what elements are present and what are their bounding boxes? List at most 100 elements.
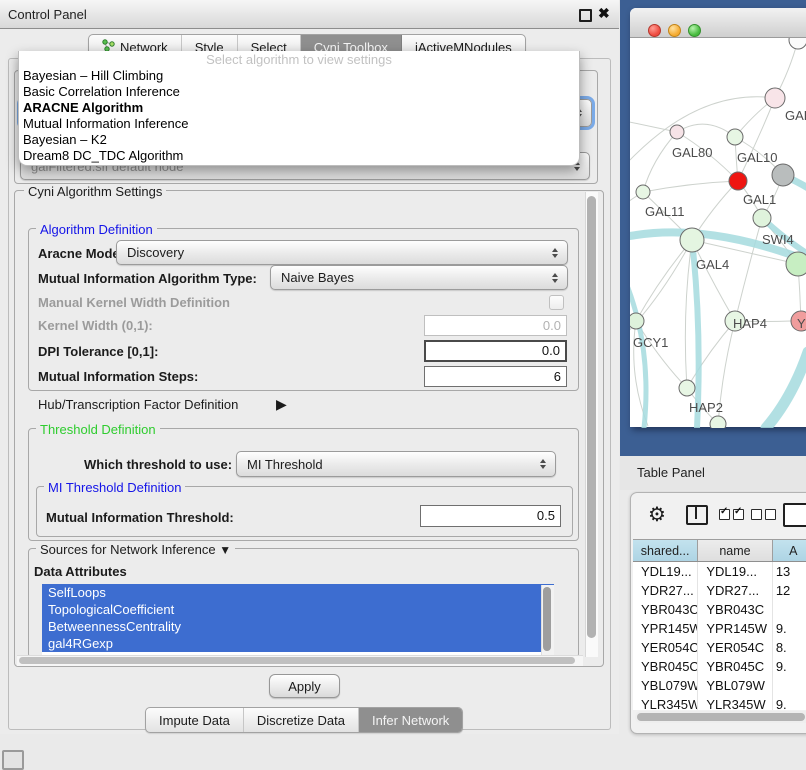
node-label: SWI4 [762, 232, 794, 247]
data-attributes-label: Data Attributes [34, 564, 127, 579]
table-cell: YDR27... [698, 581, 772, 600]
table-panel-title: Table Panel [637, 465, 705, 480]
network-canvas[interactable]: GAL80GAL10GAL11GAL1SWI4GAL4GCY1HAP4HAP2Y… [630, 38, 806, 428]
table-cell: YDR27... [633, 581, 698, 600]
table-cell [773, 676, 806, 695]
combo-arrows-icon [540, 459, 546, 469]
window-minimize-button[interactable] [668, 24, 681, 37]
table-row[interactable]: YBL079WYBL079W [633, 676, 806, 695]
tab-infer-network[interactable]: Infer Network [359, 708, 462, 732]
mi-steps-field[interactable]: 6 [424, 366, 567, 387]
minimized-panel-icon[interactable] [2, 750, 24, 770]
cyni-settings-title: Cyni Algorithm Settings [24, 184, 166, 199]
network-node[interactable] [636, 185, 650, 199]
table-cell: YPR145W [698, 619, 772, 638]
attribute-item[interactable]: SelfLoops [42, 584, 554, 601]
network-node[interactable] [710, 416, 726, 428]
table-cell: YPR145W [633, 619, 698, 638]
table-body: YDL19...YDL19...13YDR27...YDR27...12YBR0… [633, 562, 806, 710]
table-cell: 12 [773, 581, 806, 600]
apply-button-label: Apply [288, 679, 321, 694]
table-hscrollbar-thumb[interactable] [637, 713, 805, 721]
dropdown-item[interactable]: Bayesian – K2 [19, 132, 579, 148]
apply-button[interactable]: Apply [269, 674, 340, 698]
network-edge [685, 240, 692, 388]
network-node[interactable] [765, 88, 785, 108]
table-row[interactable]: YBR045CYBR045C9. [633, 657, 806, 676]
collapse-icon[interactable]: ▼ [219, 543, 231, 557]
window-close-button[interactable] [648, 24, 661, 37]
table-cell: YLR345W [633, 695, 698, 710]
hide-columns-icon[interactable] [751, 509, 776, 520]
tab-discretize-data[interactable]: Discretize Data [244, 708, 359, 732]
columns-icon[interactable] [686, 505, 708, 525]
network-node[interactable] [727, 129, 743, 145]
table-cell: YDL19... [698, 562, 772, 581]
show-checked-columns-icon[interactable] [719, 509, 744, 520]
tab-label: Discretize Data [257, 713, 345, 728]
attribute-item[interactable]: gal4RGexp [42, 635, 554, 652]
table-cell [773, 600, 806, 619]
window-zoom-button[interactable] [688, 24, 701, 37]
network-node[interactable] [753, 209, 771, 227]
table-row[interactable]: YLR345WYLR345W9. [633, 695, 806, 710]
network-window-titlebar[interactable] [630, 8, 806, 38]
mi-threshold-label: Mutual Information Threshold: [46, 510, 234, 525]
table-row[interactable]: YER054CYER054C8. [633, 638, 806, 657]
manual-kernel-label: Manual Kernel Width Definition [38, 295, 230, 310]
settings-vscrollbar-thumb[interactable] [587, 196, 596, 638]
network-node[interactable] [729, 172, 747, 190]
dropdown-placeholder: Select algorithm to view settings [19, 51, 579, 68]
combo-arrows-icon [552, 248, 558, 258]
attribute-item[interactable]: BetweennessCentrality [42, 618, 554, 635]
network-edge-highlighted [630, 288, 646, 428]
tab-impute-data[interactable]: Impute Data [146, 708, 244, 732]
table-cell: YBR045C [698, 657, 772, 676]
dropdown-item[interactable]: Mutual Information Inference [19, 116, 579, 132]
expand-icon[interactable]: ▶ [276, 396, 287, 413]
data-attributes-list[interactable]: SelfLoopsTopologicalCoefficientBetweenne… [42, 584, 554, 655]
attribute-item[interactable]: TopologicalCoefficient [42, 601, 554, 618]
column-header-name[interactable]: name [698, 540, 772, 561]
table-row[interactable]: YBR043CYBR043C [633, 600, 806, 619]
mi-threshold-field[interactable]: 0.5 [420, 505, 561, 527]
aracne-mode-combo[interactable]: Discovery [116, 240, 568, 265]
network-node[interactable] [772, 164, 794, 186]
dropdown-item[interactable]: Dream8 DC_TDC Algorithm [19, 148, 579, 164]
settings-hscrollbar-thumb[interactable] [19, 657, 575, 664]
dpi-tolerance-field[interactable]: 0.0 [424, 340, 567, 362]
table-row[interactable]: YDR27...YDR27...12 [633, 581, 806, 600]
tab-label: Infer Network [372, 713, 449, 728]
column-header-shared[interactable]: shared... [633, 540, 698, 561]
table-cell: YDL19... [633, 562, 698, 581]
network-edge [636, 240, 692, 321]
table-row[interactable]: YPR145WYPR145W9. [633, 619, 806, 638]
mi-type-combo[interactable]: Naive Bayes [270, 265, 568, 290]
network-node[interactable] [670, 125, 684, 139]
aracne-mode-value: Discovery [127, 245, 184, 260]
network-node[interactable] [786, 252, 806, 276]
table-panel-window: ⚙ shared...nameA YDL19...YDL19...13YDR27… [630, 492, 806, 734]
float-window-icon[interactable] [579, 9, 592, 22]
network-node[interactable] [679, 380, 695, 396]
dropdown-item[interactable]: Bayesian – Hill Climbing [19, 68, 579, 84]
node-table[interactable]: shared...nameA YDL19...YDL19...13YDR27..… [633, 539, 806, 710]
network-node[interactable] [680, 228, 704, 252]
which-threshold-combo[interactable]: MI Threshold [236, 451, 556, 477]
new-column-icon[interactable] [783, 503, 806, 527]
attributes-scrollbar-thumb[interactable] [543, 587, 551, 651]
panel-title: Control Panel [8, 7, 87, 22]
dropdown-item[interactable]: Basic Correlation Inference [19, 84, 579, 100]
manual-kernel-checkbox[interactable] [549, 295, 564, 310]
table-cell: 9. [773, 695, 806, 710]
kernel-width-field[interactable]: 0.0 [424, 315, 567, 336]
table-row[interactable]: YDL19...YDL19...13 [633, 562, 806, 581]
hub-definition-label[interactable]: Hub/Transcription Factor Definition [38, 397, 238, 412]
close-icon[interactable]: ✖ [598, 5, 610, 22]
dropdown-item[interactable]: ARACNE Algorithm [19, 100, 579, 116]
gear-icon[interactable]: ⚙ [648, 502, 666, 527]
network-node[interactable] [789, 38, 806, 49]
column-header-A[interactable]: A [773, 540, 806, 561]
mi-steps-label: Mutual Information Steps: [38, 369, 198, 384]
network-node[interactable] [630, 313, 644, 329]
